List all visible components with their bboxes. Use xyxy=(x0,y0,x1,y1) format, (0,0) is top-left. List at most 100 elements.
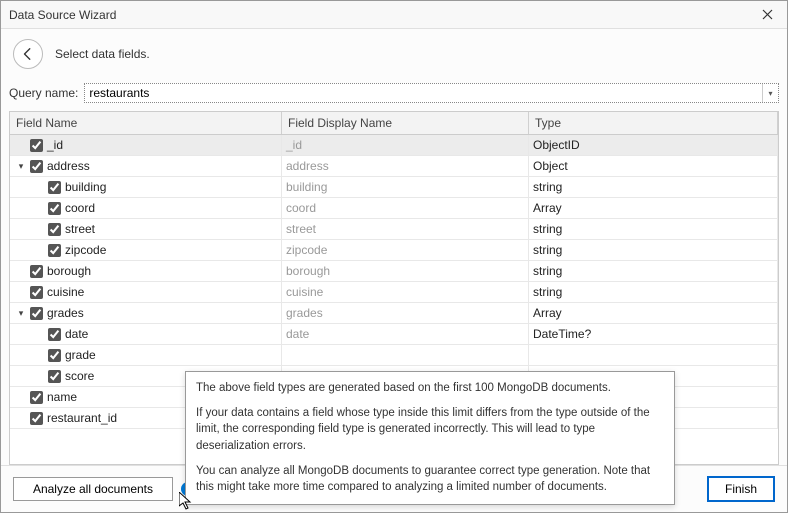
field-checkbox[interactable] xyxy=(30,286,43,299)
type-label: string xyxy=(533,264,562,278)
field-checkbox[interactable] xyxy=(48,223,61,236)
type-label: ObjectID xyxy=(533,138,580,152)
table-row[interactable]: ▾addressaddressObject xyxy=(10,156,778,177)
table-row[interactable]: coord coord Array xyxy=(10,198,778,219)
table-row[interactable]: street street string xyxy=(10,219,778,240)
cell-display: address xyxy=(282,156,529,176)
col-header-display[interactable]: Field Display Name xyxy=(282,112,529,134)
cell-name: cuisine xyxy=(10,282,282,302)
field-name-label: borough xyxy=(47,264,91,278)
cell-type: string xyxy=(529,219,778,239)
expander-spacer xyxy=(14,203,28,213)
cell-name: _id xyxy=(10,135,282,155)
table-row[interactable]: datedateDateTime? xyxy=(10,324,778,345)
cell-type: string xyxy=(529,177,778,197)
display-name-label: grades xyxy=(286,306,323,320)
cell-display: cuisine xyxy=(282,282,529,302)
field-checkbox[interactable] xyxy=(48,181,61,194)
display-name-label: _id xyxy=(286,138,302,152)
field-name-label: date xyxy=(65,327,88,341)
table-row[interactable]: _id _id ObjectID xyxy=(10,135,778,156)
cell-display: zipcode xyxy=(282,240,529,260)
cell-display: grades xyxy=(282,303,529,323)
field-name-label: score xyxy=(65,369,94,383)
tooltip-p3: You can analyze all MongoDB documents to… xyxy=(196,463,664,496)
table-row[interactable]: grade xyxy=(10,345,778,366)
cell-name: zipcode xyxy=(10,240,282,260)
expander-spacer xyxy=(14,350,28,360)
cell-type: Array xyxy=(529,198,778,218)
expander-spacer xyxy=(14,140,28,150)
finish-button[interactable]: Finish xyxy=(707,476,775,502)
analyze-button[interactable]: Analyze all documents xyxy=(13,477,173,501)
cell-type xyxy=(529,345,778,365)
expander-spacer xyxy=(14,182,28,192)
table-row[interactable]: ▾ grades grades Array xyxy=(10,303,778,324)
tooltip-p1: The above field types are generated base… xyxy=(196,380,664,397)
query-input[interactable] xyxy=(85,84,762,102)
field-checkbox[interactable] xyxy=(30,391,43,404)
field-name-label: restaurant_id xyxy=(47,411,117,425)
field-name-label: grades xyxy=(47,306,84,320)
display-name-label: borough xyxy=(286,264,330,278)
cell-type: string xyxy=(529,282,778,302)
table-row[interactable]: borough borough string xyxy=(10,261,778,282)
field-name-label: address xyxy=(47,159,90,173)
col-header-name[interactable]: Field Name xyxy=(10,112,282,134)
type-label: Array xyxy=(533,306,562,320)
cell-type: string xyxy=(529,261,778,281)
chevron-down-icon[interactable]: ▾ xyxy=(14,308,28,319)
field-checkbox[interactable] xyxy=(48,244,61,257)
display-name-label: cuisine xyxy=(286,285,323,299)
field-name-label: cuisine xyxy=(47,285,84,299)
field-checkbox[interactable] xyxy=(30,412,43,425)
field-checkbox[interactable] xyxy=(48,370,61,383)
back-button[interactable] xyxy=(13,39,43,69)
cell-display: coord xyxy=(282,198,529,218)
cell-name: street xyxy=(10,219,282,239)
type-label: string xyxy=(533,222,562,236)
close-icon[interactable] xyxy=(756,5,779,25)
table-row[interactable]: building building string xyxy=(10,177,778,198)
display-name-label: building xyxy=(286,180,327,194)
cell-name: borough xyxy=(10,261,282,281)
cell-display: street xyxy=(282,219,529,239)
field-checkbox[interactable] xyxy=(30,160,43,173)
info-tooltip: The above field types are generated base… xyxy=(185,371,675,505)
field-checkbox[interactable] xyxy=(48,328,61,341)
field-checkbox[interactable] xyxy=(48,349,61,362)
display-name-label: address xyxy=(286,159,329,173)
table-header: Field Name Field Display Name Type xyxy=(10,112,778,135)
cell-name: grade xyxy=(10,345,282,365)
expander-spacer xyxy=(14,329,28,339)
expander-spacer xyxy=(14,245,28,255)
cell-display: borough xyxy=(282,261,529,281)
query-dropdown-icon[interactable]: ▾ xyxy=(762,84,778,102)
window-title: Data Source Wizard xyxy=(9,8,116,22)
cell-display: building xyxy=(282,177,529,197)
page-subtitle: Select data fields. xyxy=(55,47,150,61)
cell-name: date xyxy=(10,324,282,344)
cell-type: ObjectID xyxy=(529,135,778,155)
field-name-label: street xyxy=(65,222,95,236)
field-name-label: zipcode xyxy=(65,243,106,257)
field-checkbox[interactable] xyxy=(30,307,43,320)
tooltip-p2: If your data contains a field whose type… xyxy=(196,405,664,455)
display-name-label: street xyxy=(286,222,316,236)
cell-type: Array xyxy=(529,303,778,323)
query-input-wrap: ▾ xyxy=(84,83,779,103)
chevron-down-icon[interactable]: ▾ xyxy=(14,161,28,172)
field-checkbox[interactable] xyxy=(30,139,43,152)
display-name-label: date xyxy=(286,327,309,341)
cell-name: ▾ address xyxy=(10,156,282,176)
col-header-type[interactable]: Type xyxy=(529,112,778,134)
table-row[interactable]: cuisine cuisine string xyxy=(10,282,778,303)
field-name-label: building xyxy=(65,180,106,194)
display-name-label: coord xyxy=(286,201,316,215)
cell-display: _id xyxy=(282,135,529,155)
cell-name: coord xyxy=(10,198,282,218)
field-checkbox[interactable] xyxy=(48,202,61,215)
field-checkbox[interactable] xyxy=(30,265,43,278)
table-row[interactable]: zipcodezipcodestring xyxy=(10,240,778,261)
cell-type: string xyxy=(529,240,778,260)
